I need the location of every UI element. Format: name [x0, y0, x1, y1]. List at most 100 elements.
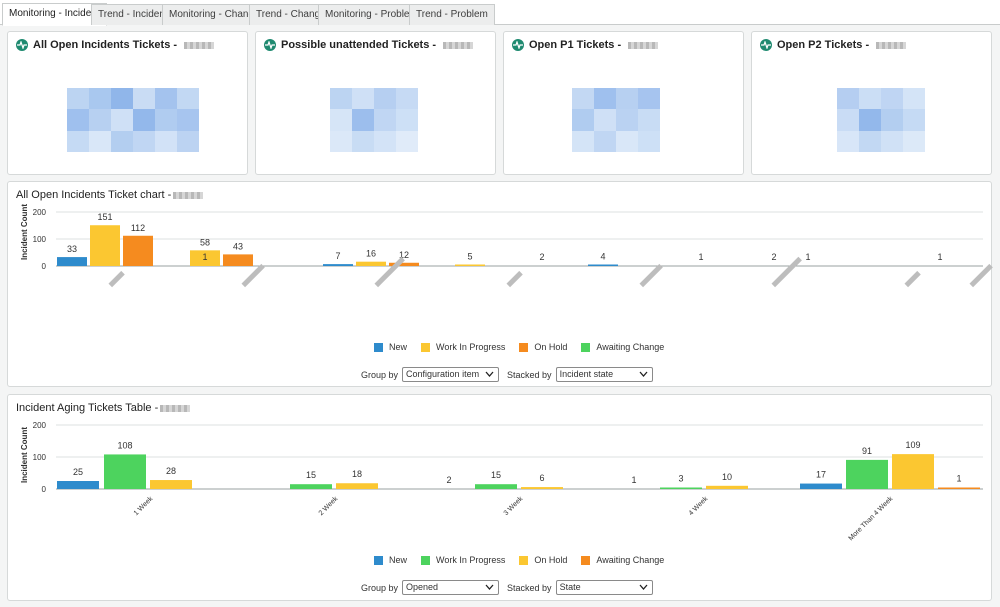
bar-value-label: 58 [200, 237, 210, 247]
tab-bar: Monitoring - Incident Trend - Incident M… [0, 0, 1000, 26]
bar-work-in-progress [660, 487, 702, 489]
chevron-down-icon [639, 584, 648, 590]
bar-work-in-progress [356, 261, 386, 266]
chart-controls: Group by Opened Stacked by State [361, 580, 657, 595]
chart-card-incident-aging: Incident Aging Tickets Table - 0 100 200 In… [7, 394, 992, 601]
bar-on-hold [892, 454, 934, 489]
bar-value-label: 7 [335, 251, 340, 261]
tile-title: Open P1 Tickets - [529, 39, 622, 51]
bar-value-label: 1 [956, 474, 961, 484]
x-tick-label: 4 Week [688, 495, 710, 517]
y-tick-label: 100 [33, 235, 47, 244]
tile-all-open-incidents[interactable]: All Open Incidents Tickets - [7, 31, 248, 175]
tab-trend-problem[interactable]: Trend - Problem [409, 4, 495, 25]
bar-value-label: 17 [816, 470, 826, 480]
chart-legend: New Work In Progress On Hold Awaiting Ch… [374, 555, 664, 565]
group-by-select[interactable]: Configuration item [402, 367, 500, 382]
tile-possible-unattended[interactable]: Possible unattended Tickets - [255, 31, 496, 175]
group-by-select[interactable]: Opened [402, 580, 500, 595]
bar-value-label: 4 [600, 252, 605, 262]
bar-on-hold [521, 487, 563, 489]
bar-value-label: 28 [166, 466, 176, 476]
x-tick-label-redacted [108, 270, 125, 288]
bar-value-label: 1 [937, 252, 942, 262]
bar-value-label: 1 [805, 252, 810, 262]
chart-card-open-incidents: All Open Incidents Ticket chart - 0 100 20… [7, 181, 993, 387]
tile-title: Possible unattended Tickets - [281, 39, 437, 51]
legend-item-new[interactable]: New [374, 555, 407, 565]
redacted-block [184, 41, 215, 49]
x-tick-label: 1 Week [133, 495, 155, 517]
bar-value-label: 1 [631, 475, 636, 485]
stacked-by-select[interactable]: State [555, 580, 653, 595]
bar-on-hold [706, 485, 748, 489]
bar-on-hold [223, 254, 253, 266]
stacked-by-label: Stacked by [507, 369, 552, 380]
bar-value-label: 16 [366, 249, 376, 259]
legend-item-awaiting-change[interactable]: Awaiting Change [581, 342, 664, 352]
bar-new [323, 264, 353, 266]
bar-value-label: 5 [467, 252, 472, 262]
bar-new [800, 483, 842, 489]
group-by-label: Group by [361, 582, 399, 593]
bar-value-label: 151 [97, 212, 112, 222]
bar-value-label: 10 [722, 472, 732, 482]
redacted-block [628, 41, 659, 49]
bar-value-label: 43 [233, 241, 243, 251]
x-tick-label-redacted [374, 256, 405, 288]
tile-value-mosaic [572, 88, 660, 152]
bar-value-label: 15 [491, 470, 501, 480]
x-tick-label-redacted [969, 263, 993, 288]
tile-open-p1[interactable]: Open P1 Tickets - [503, 31, 744, 175]
bar-value-label: 109 [905, 440, 920, 450]
bar-value-label: 108 [117, 440, 132, 450]
y-axis-title: Incident Count [20, 427, 29, 483]
bar-value-label: 91 [862, 446, 872, 456]
tile-open-p2[interactable]: Open P2 Tickets - [751, 31, 992, 175]
x-tick-label-redacted [904, 270, 921, 288]
tile-value-mosaic [837, 88, 925, 152]
bar-value-label: 112 [131, 223, 145, 233]
bar-value-label: 3 [678, 474, 683, 484]
bar-awaiting-change [938, 487, 980, 489]
chart-controls: Group by Configuration item Stacked by I… [361, 367, 657, 382]
pulse-icon [760, 39, 772, 51]
x-tick-label-redacted [639, 263, 663, 288]
y-tick-label: 0 [42, 485, 47, 494]
group-by-label: Group by [361, 369, 399, 380]
legend-item-on-hold[interactable]: On Hold [519, 555, 567, 565]
legend-item-work-in-progress[interactable]: Work In Progress [421, 555, 505, 565]
legend-item-awaiting-change[interactable]: Awaiting Change [581, 555, 664, 565]
bar-value-label: 1 [698, 252, 703, 262]
incident-aging-bar-chart: 0 100 200 Incident Count 25 108 28 1 Week 15 18 2 … [20, 421, 983, 542]
stacked-by-select[interactable]: Incident state [555, 367, 653, 382]
pulse-icon [512, 39, 524, 51]
bar-value-label: 2 [771, 252, 776, 262]
pulse-icon [264, 39, 276, 51]
redacted-block [443, 41, 474, 49]
legend-item-work-in-progress[interactable]: Work In Progress [421, 342, 505, 352]
bar-work-in-progress [104, 454, 146, 489]
x-tick-label-redacted [241, 263, 265, 288]
chevron-down-icon [485, 371, 494, 377]
redacted-block [173, 191, 204, 199]
tile-value-mosaic [330, 88, 418, 152]
x-tick-label-redacted [506, 270, 523, 288]
open-incidents-bar-chart: 0100200Incident Count 3315111258 437 16 12 5 4… [20, 204, 993, 288]
y-axis-title: Incident Count [20, 204, 29, 260]
bar-value-label: 1 [202, 252, 207, 262]
tile-title: Open P2 Tickets - [777, 39, 870, 51]
bar-work-in-progress [290, 484, 332, 489]
chart-legend: New Work In Progress On Hold Awaiting Ch… [374, 342, 664, 352]
bar-value-label: 2 [539, 252, 544, 262]
bar-value-label: 18 [352, 469, 362, 479]
legend-item-new[interactable]: New [374, 342, 407, 352]
y-tick-label: 100 [33, 453, 47, 462]
chevron-down-icon [639, 371, 648, 377]
x-tick-label: 2 Week [318, 495, 340, 517]
bar-value-label: 15 [306, 470, 316, 480]
bar-new [57, 481, 99, 489]
legend-item-on-hold[interactable]: On Hold [519, 342, 567, 352]
bar-work-in-progress [90, 225, 120, 266]
y-tick-label: 0 [42, 262, 47, 271]
